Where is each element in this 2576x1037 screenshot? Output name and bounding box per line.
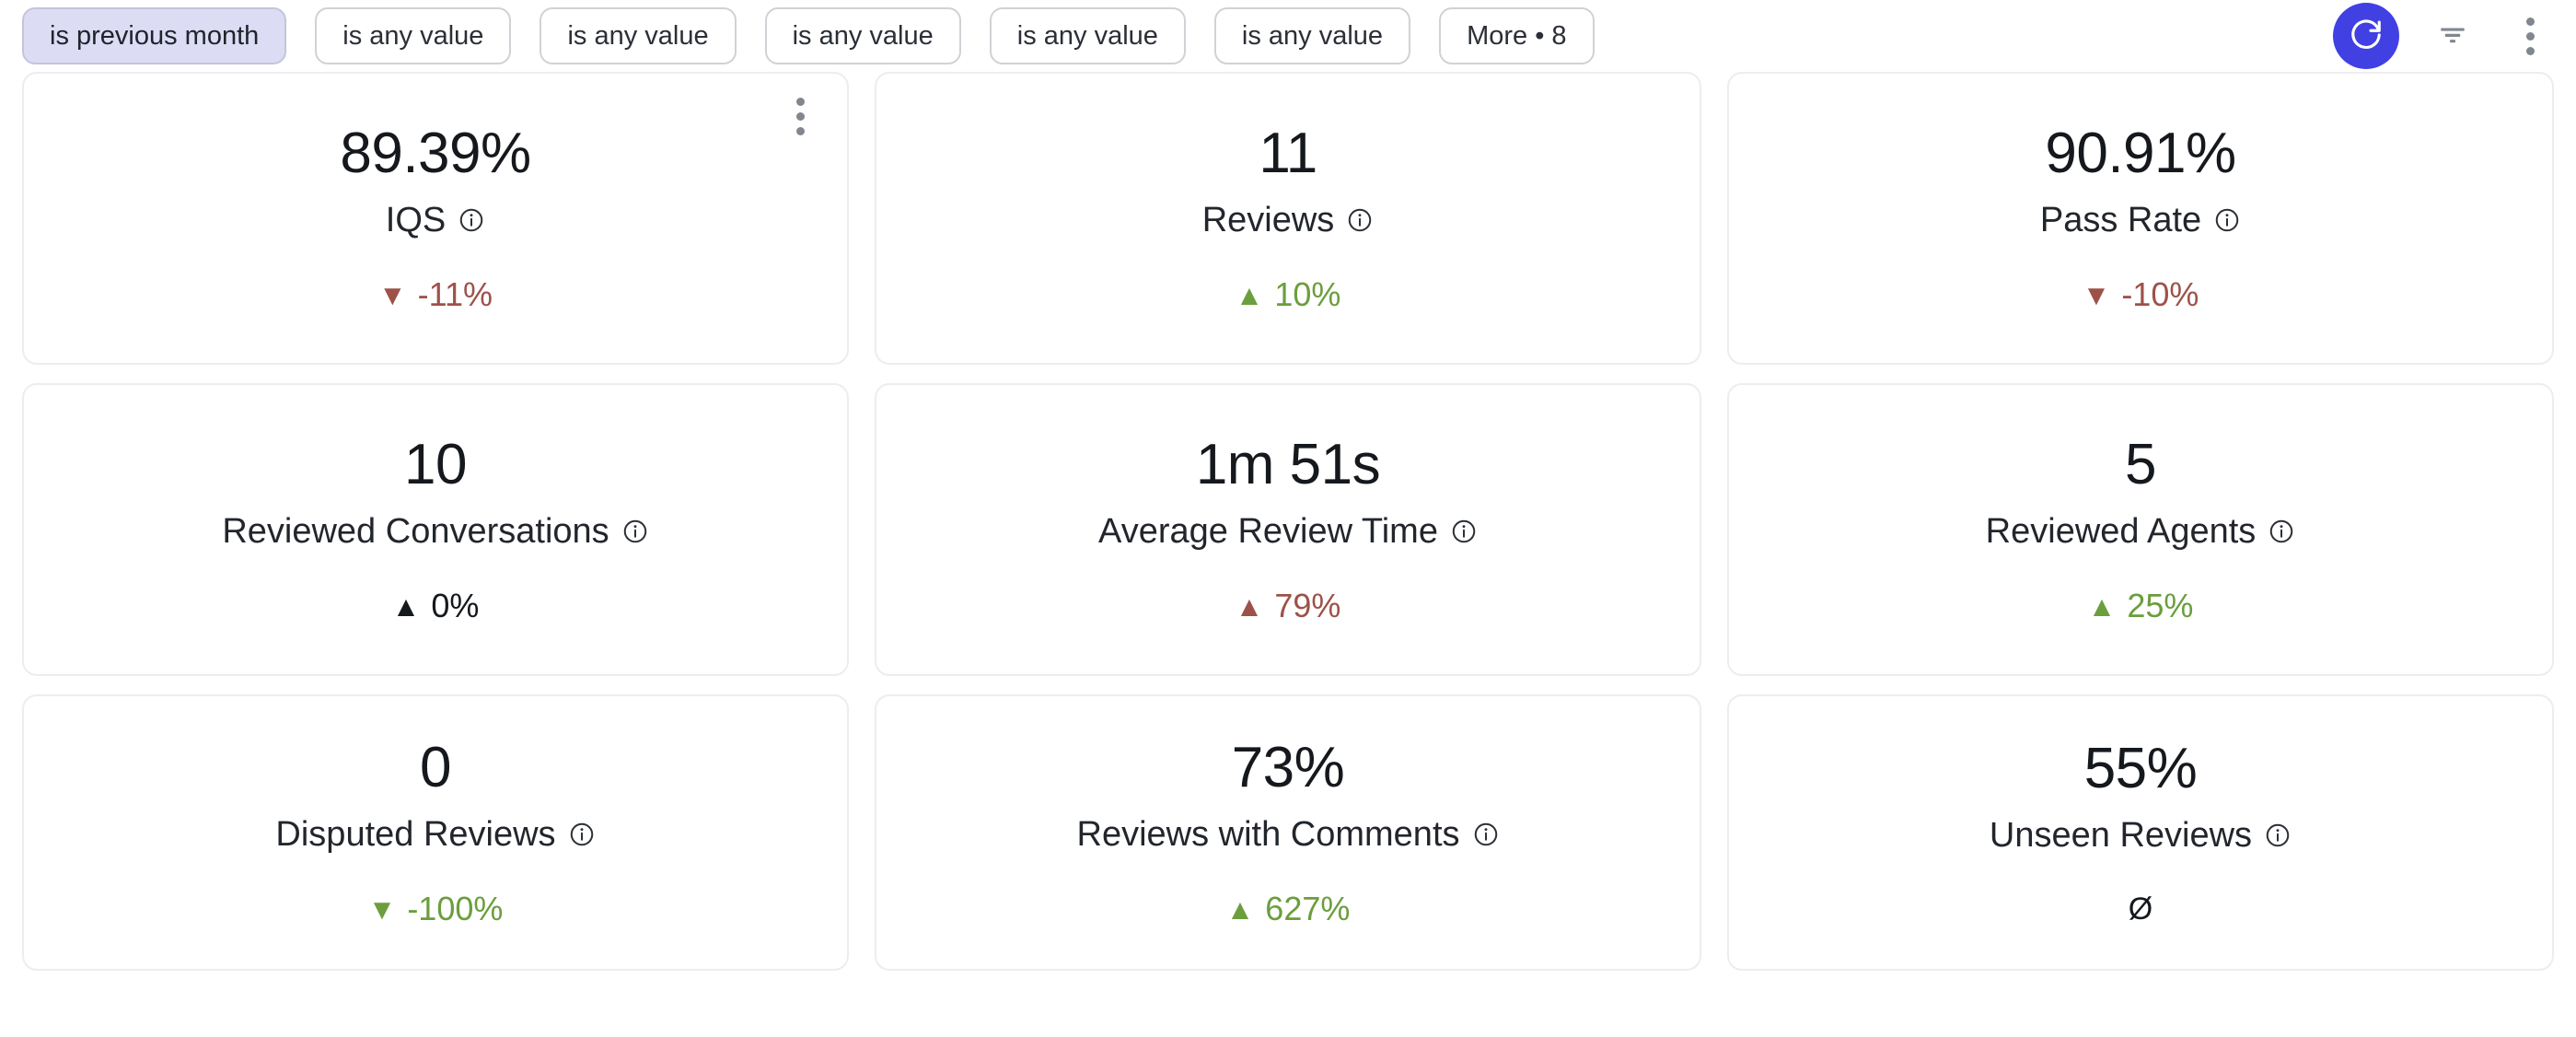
metric-label: Reviews bbox=[1202, 203, 1375, 238]
metric-label: Pass Rate bbox=[2040, 203, 2241, 238]
filter-chip-2[interactable]: is any value bbox=[540, 7, 737, 64]
delta-text: 79% bbox=[1274, 587, 1341, 624]
delta-arrow-icon: ▼ bbox=[2082, 278, 2111, 311]
info-icon[interactable] bbox=[2213, 206, 2241, 234]
metric-delta: ▲ 25% bbox=[2088, 589, 2194, 623]
metric-label-text: Disputed Reviews bbox=[275, 815, 556, 854]
delta-text: -10% bbox=[2121, 275, 2199, 313]
info-icon[interactable] bbox=[2264, 821, 2292, 849]
metric-card: 1m 51s Average Review Time ▲ 79% bbox=[875, 383, 1701, 676]
metric-value: 90.91% bbox=[2045, 122, 2236, 185]
delta-arrow-icon: ▼ bbox=[367, 892, 397, 926]
metric-card: 73% Reviews with Comments ▲ 627% bbox=[875, 694, 1701, 971]
metric-delta: ▼ -11% bbox=[378, 278, 493, 311]
filter-bar: is previous month is any value is any valu… bbox=[0, 0, 2576, 72]
metric-delta: ▲ 10% bbox=[1236, 278, 1341, 311]
filter-chip-group: is previous month is any value is any valu… bbox=[22, 7, 1595, 64]
metric-value: 10 bbox=[404, 433, 467, 496]
metric-value: 1m 51s bbox=[1195, 433, 1381, 496]
metric-label: Reviewed Conversations bbox=[222, 514, 648, 549]
metric-label-text: Unseen Reviews bbox=[1989, 816, 2253, 855]
delta-text: -11% bbox=[417, 275, 493, 313]
metric-card: 0 Disputed Reviews ▼ -100% bbox=[22, 694, 849, 971]
metric-card: 10 Reviewed Conversations ▲ 0% bbox=[22, 383, 849, 676]
delta-arrow-icon: ▲ bbox=[391, 589, 421, 623]
metric-delta: Ø bbox=[2129, 893, 2152, 925]
more-filters-chip[interactable]: More • 8 bbox=[1439, 7, 1595, 64]
metric-card: 55% Unseen Reviews Ø bbox=[1727, 694, 2554, 971]
info-icon[interactable] bbox=[621, 518, 649, 545]
metric-label-text: Reviews with Comments bbox=[1076, 815, 1460, 854]
metric-card: 90.91% Pass Rate ▼ -10% bbox=[1727, 72, 2554, 365]
metric-delta: ▲ 0% bbox=[392, 589, 480, 623]
filter-chip-0[interactable]: is previous month bbox=[22, 7, 287, 64]
card-menu-button[interactable] bbox=[796, 98, 805, 135]
kebab-menu-icon bbox=[796, 98, 805, 135]
metric-delta: ▼ -10% bbox=[2083, 278, 2199, 311]
metric-label: Reviewed Agents bbox=[1986, 514, 2296, 549]
info-icon[interactable] bbox=[458, 206, 485, 234]
metric-value: 55% bbox=[2083, 737, 2198, 800]
filter-chip-1[interactable]: is any value bbox=[315, 7, 512, 64]
metric-label-text: Reviewed Agents bbox=[1985, 512, 2257, 551]
filter-button[interactable] bbox=[2429, 12, 2477, 60]
metric-label-text: Reviewed Conversations bbox=[222, 512, 609, 551]
metric-label: Reviews with Comments bbox=[1077, 817, 1500, 852]
delta-text: Ø bbox=[2128, 891, 2153, 926]
metric-label-text: Reviews bbox=[1201, 201, 1335, 239]
info-icon[interactable] bbox=[1346, 206, 1374, 234]
filter-chip-4[interactable]: is any value bbox=[989, 7, 1186, 64]
filter-chip-3[interactable]: is any value bbox=[764, 7, 961, 64]
refresh-icon bbox=[2349, 17, 2384, 55]
filter-icon bbox=[2436, 18, 2469, 54]
delta-text: -100% bbox=[407, 890, 504, 927]
metric-value: 89.39% bbox=[340, 122, 531, 185]
delta-text: 10% bbox=[1274, 275, 1341, 313]
info-icon[interactable] bbox=[2268, 518, 2295, 545]
delta-arrow-icon: ▼ bbox=[377, 278, 407, 311]
metric-value: 0 bbox=[420, 736, 451, 799]
metric-label: IQS bbox=[386, 203, 485, 238]
info-icon[interactable] bbox=[1472, 821, 1500, 848]
metric-label-text: IQS bbox=[385, 201, 447, 239]
delta-text: 25% bbox=[2127, 587, 2194, 624]
delta-text: 0% bbox=[431, 587, 480, 624]
metric-value: 73% bbox=[1231, 736, 1345, 799]
metric-label-text: Average Review Time bbox=[1098, 512, 1438, 551]
metric-card: 5 Reviewed Agents ▲ 25% bbox=[1727, 383, 2554, 676]
delta-arrow-icon: ▲ bbox=[1225, 892, 1255, 926]
metric-label-text: Pass Rate bbox=[2039, 201, 2202, 239]
metric-value: 11 bbox=[1259, 122, 1317, 185]
kebab-menu-icon bbox=[2525, 17, 2535, 55]
info-icon[interactable] bbox=[568, 821, 596, 848]
delta-arrow-icon: ▲ bbox=[1235, 278, 1264, 311]
metric-label: Average Review Time bbox=[1098, 514, 1478, 549]
metric-label: Unseen Reviews bbox=[1990, 818, 2292, 853]
refresh-button[interactable] bbox=[2333, 3, 2399, 69]
delta-arrow-icon: ▲ bbox=[1235, 589, 1264, 623]
metric-delta: ▼ -100% bbox=[368, 892, 504, 926]
delta-text: 627% bbox=[1265, 890, 1351, 927]
delta-arrow-icon: ▲ bbox=[2087, 589, 2117, 623]
info-icon[interactable] bbox=[1450, 518, 1478, 545]
metric-card: 11 Reviews ▲ 10% bbox=[875, 72, 1701, 365]
filter-chip-5[interactable]: is any value bbox=[1213, 7, 1411, 64]
metric-label: Disputed Reviews bbox=[275, 817, 595, 852]
metric-value: 5 bbox=[2125, 433, 2156, 496]
filter-bar-actions bbox=[2333, 0, 2554, 72]
overflow-menu-button[interactable] bbox=[2506, 12, 2554, 60]
metric-delta: ▲ 627% bbox=[1226, 892, 1351, 926]
metric-card-grid: 89.39% IQS ▼ -11% 11 Reviews ▲ 10% 90.91% Pass Ra… bbox=[0, 72, 2576, 1006]
metric-card: 89.39% IQS ▼ -11% bbox=[22, 72, 849, 365]
metric-delta: ▲ 79% bbox=[1236, 589, 1341, 623]
